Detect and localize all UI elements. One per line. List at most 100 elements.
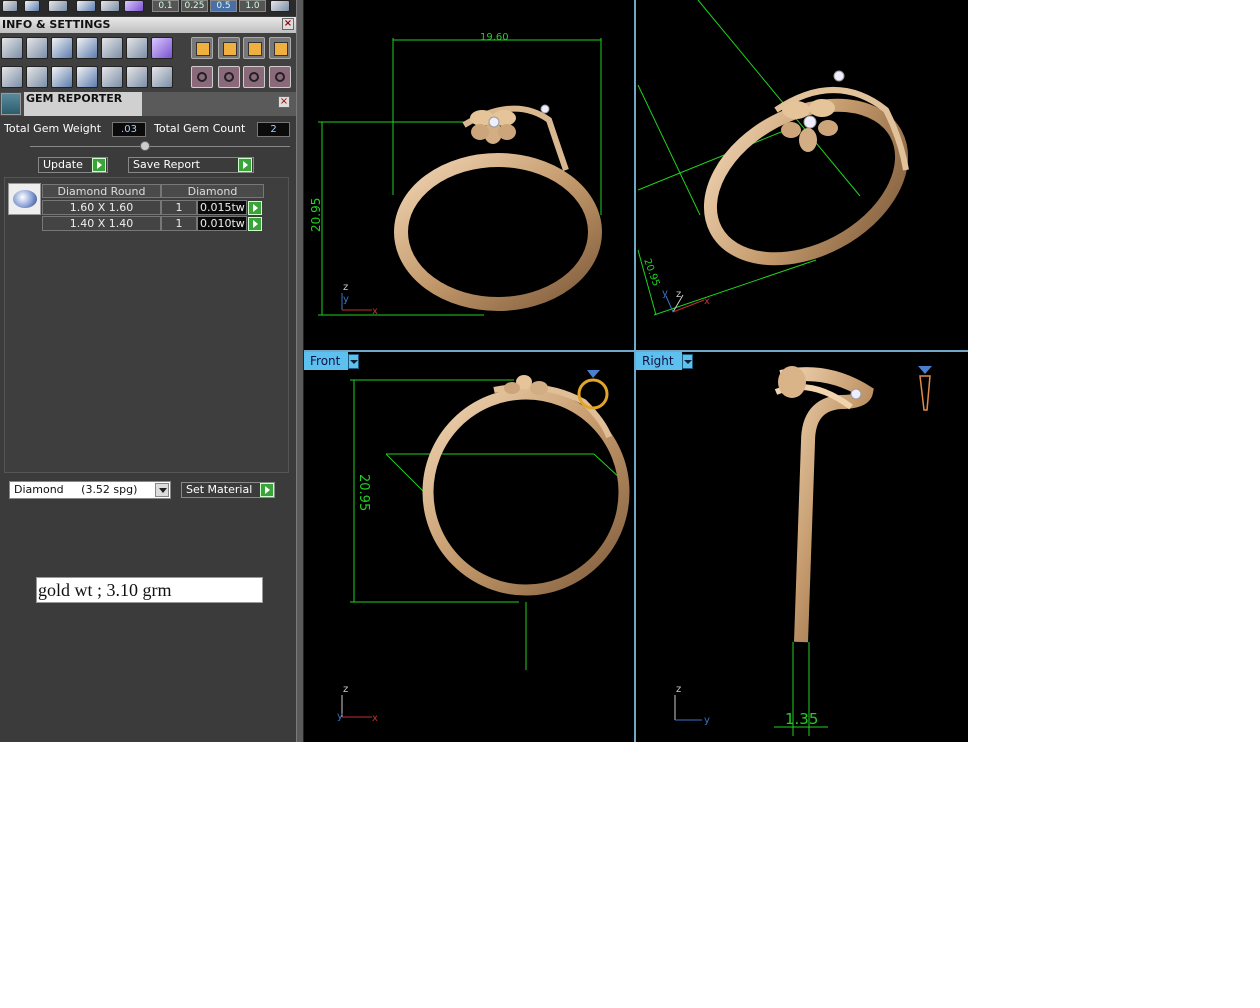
settings-icon-row-1	[0, 33, 296, 63]
close-icon[interactable]: ×	[282, 18, 294, 30]
snap-button[interactable]: 0.25	[181, 0, 208, 12]
play-icon[interactable]	[248, 201, 262, 215]
column-header[interactable]: Diamond Round	[42, 184, 161, 198]
gem-qty-cell[interactable]: 1	[161, 216, 197, 231]
info-settings-header: INFO & SETTINGS ×	[0, 17, 296, 33]
chevron-down-icon[interactable]	[682, 354, 693, 369]
gem-weight-cell[interactable]: 0.010tw	[197, 216, 247, 231]
axis-y-label: y	[662, 288, 668, 299]
axis-y-label: y	[337, 711, 343, 722]
top-toolbar-strip: 0.1 0.25 0.5 1.0	[0, 0, 296, 16]
grid-icon[interactable]	[270, 0, 290, 12]
list-icon[interactable]	[151, 66, 173, 88]
material-select[interactable]: Diamond (3.52 spg)	[9, 481, 171, 499]
box-icon[interactable]	[51, 66, 73, 88]
total-gem-count-value: 2	[257, 122, 290, 137]
axis-y-label: y	[343, 294, 349, 305]
move-icon[interactable]	[269, 66, 291, 88]
filter-icon[interactable]	[101, 66, 123, 88]
transform-icon[interactable]	[218, 37, 240, 59]
magnifier-icon[interactable]	[26, 37, 48, 59]
collapse-handle[interactable]	[140, 141, 150, 151]
axis-x-label: x	[704, 296, 710, 307]
dimension-line	[637, 84, 701, 216]
toolbar-icon[interactable]	[100, 0, 120, 12]
axis-z-label: z	[343, 684, 348, 695]
ring-shank	[394, 153, 602, 311]
play-icon[interactable]	[260, 483, 274, 497]
rotate-icon[interactable]	[191, 66, 213, 88]
chevron-down-icon[interactable]	[155, 483, 169, 497]
axis-x-label: x	[372, 306, 378, 317]
column-header[interactable]: Diamond	[161, 184, 264, 198]
ring-profile-icon	[919, 375, 931, 411]
tab-front[interactable]: Front	[304, 352, 348, 370]
settings-icon-row-2	[0, 62, 296, 92]
gem-weight-cell[interactable]: 0.015tw	[197, 200, 247, 215]
viewport-canvas: 20.95 z y x	[637, 0, 909, 316]
gold-weight-note: gold wt ; 3.10 grm	[36, 577, 263, 603]
close-icon[interactable]: ×	[278, 96, 290, 108]
flower-head	[470, 110, 516, 144]
dimension-line	[653, 259, 817, 316]
chevron-down-icon[interactable]	[348, 354, 359, 369]
play-icon[interactable]	[92, 158, 106, 172]
monitor-icon[interactable]	[26, 66, 48, 88]
toolbar-icon[interactable]	[48, 0, 68, 12]
tab-right[interactable]: Right	[636, 352, 682, 370]
play-icon[interactable]	[238, 158, 252, 172]
gem-size-cell[interactable]: 1.60 X 1.60	[42, 200, 161, 215]
scale-icon[interactable]	[218, 66, 240, 88]
total-gem-count-label: Total Gem Count	[154, 122, 246, 135]
left-panel: 0.1 0.25 0.5 1.0 INFO & SETTINGS × GEM R…	[0, 0, 296, 742]
scissors-icon[interactable]	[126, 66, 148, 88]
axis-x-label: x	[372, 713, 378, 724]
toolbar-icon[interactable]	[2, 0, 18, 12]
update-label: Update	[43, 158, 83, 171]
side-diamond	[833, 70, 845, 82]
play-icon[interactable]	[248, 217, 262, 231]
toolbar-icon[interactable]	[124, 0, 144, 12]
dimension-height-label: 20.95	[309, 198, 323, 232]
grid-icon[interactable]	[1, 66, 23, 88]
snap-button[interactable]: 0.1	[152, 0, 179, 12]
viewport-front[interactable]: 20.95 z y x Front	[304, 352, 634, 742]
snap-button[interactable]: 1.0	[239, 0, 266, 12]
viewport-right[interactable]: 1.35 z y Right	[636, 352, 968, 742]
viewport-top-left[interactable]: 19.60 20.95 z y x	[304, 0, 634, 350]
viewport-divider-horizontal[interactable]	[304, 350, 968, 352]
axis-z-label: z	[676, 289, 681, 300]
panel-tab-area	[142, 92, 296, 116]
dimension-thickness-label: 1.35	[785, 710, 818, 728]
transform-icon[interactable]	[269, 37, 291, 59]
cube-icon[interactable]	[76, 37, 98, 59]
gem-cube-icon[interactable]	[151, 37, 173, 59]
viewport-top-right[interactable]: 20.95 z y x	[636, 0, 968, 350]
diamond-icon	[918, 366, 932, 374]
axis-line	[672, 299, 705, 313]
axis-y-label: y	[704, 715, 710, 726]
panel-splitter[interactable]	[296, 0, 304, 742]
selected-ring-icon	[577, 378, 609, 410]
rotate-icon[interactable]	[243, 66, 265, 88]
snap-button[interactable]: 0.5	[210, 0, 237, 12]
save-report-button[interactable]: Save Report	[128, 157, 254, 173]
book-icon[interactable]	[76, 66, 98, 88]
viewport-divider-vertical[interactable]	[634, 0, 636, 742]
gear-icon[interactable]	[1, 37, 23, 59]
pencil-icon[interactable]	[126, 37, 148, 59]
total-gem-weight-label: Total Gem Weight	[4, 122, 102, 135]
diamond-round-icon[interactable]	[8, 183, 41, 215]
gem-list: Diamond Round Diamond 1.60 X 1.60 1 0.01…	[4, 177, 289, 473]
gem-size-cell[interactable]: 1.40 X 1.40	[42, 216, 161, 231]
viewport-canvas: 20.95 z y x	[337, 370, 630, 724]
layers-icon[interactable]	[51, 37, 73, 59]
toolbar-icon[interactable]	[76, 0, 96, 12]
transform-icon[interactable]	[243, 37, 265, 59]
gem-qty-cell[interactable]: 1	[161, 200, 197, 215]
document-icon[interactable]	[101, 37, 123, 59]
diamond-icon	[587, 370, 600, 378]
app-window: 0.1 0.25 0.5 1.0 INFO & SETTINGS × GEM R…	[0, 0, 968, 742]
toolbar-icon[interactable]	[24, 0, 40, 12]
brush-icon[interactable]	[191, 37, 213, 59]
